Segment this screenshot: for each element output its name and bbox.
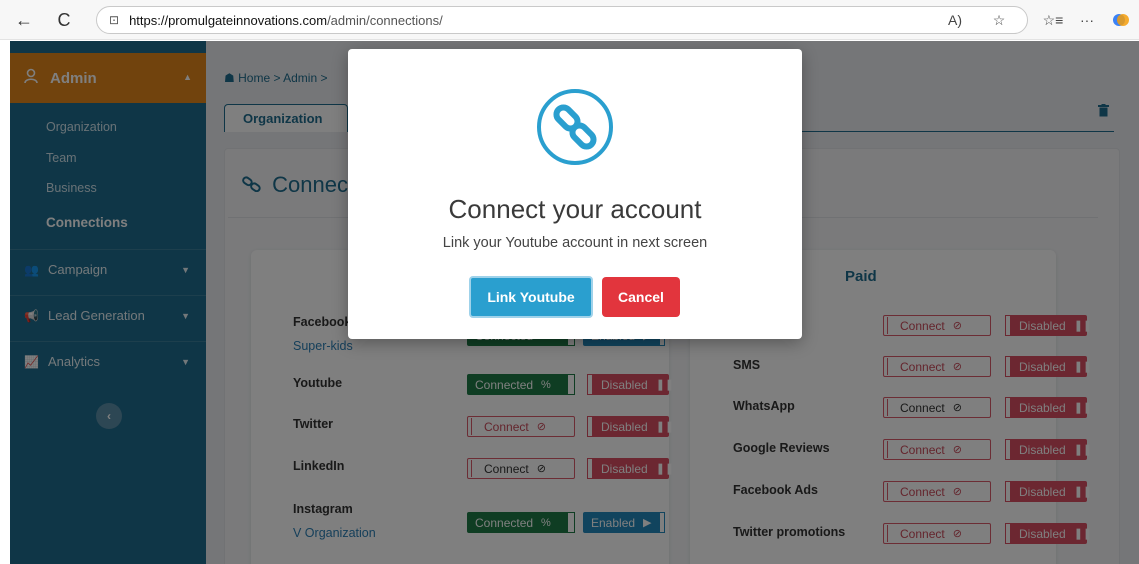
back-icon[interactable]: ←	[12, 8, 36, 32]
read-aloud-icon[interactable]: A)	[944, 9, 966, 31]
cancel-button[interactable]: Cancel	[602, 277, 680, 317]
link-circle-icon	[535, 87, 615, 167]
more-icon[interactable]: ···	[1076, 9, 1098, 31]
favorite-icon[interactable]: ☆	[988, 9, 1010, 31]
browser-toolbar: ← C ⊡ https://promulgateinnovations.com /…	[0, 0, 1139, 40]
refresh-icon[interactable]: C	[52, 8, 76, 32]
address-bar[interactable]: ⊡ https://promulgateinnovations.com/admi…	[96, 6, 1028, 34]
modal-message: Link your Youtube account in next screen	[442, 235, 708, 251]
modal-title: Connect your account	[448, 194, 702, 224]
lock-icon: ⊡	[109, 13, 120, 27]
page: Admin ▲ Organization Team Business Conne…	[10, 41, 1139, 564]
link-youtube-button[interactable]: Link Youtube	[469, 276, 593, 318]
url-host: https://promulgateinnovations.com	[129, 12, 328, 28]
collections-icon[interactable]: ☆≡	[1042, 9, 1064, 31]
connect-account-modal: Connect your account Link your Youtube a…	[348, 49, 802, 339]
copilot-icon[interactable]	[1110, 9, 1132, 31]
url-path: /admin/connections/	[327, 12, 443, 28]
